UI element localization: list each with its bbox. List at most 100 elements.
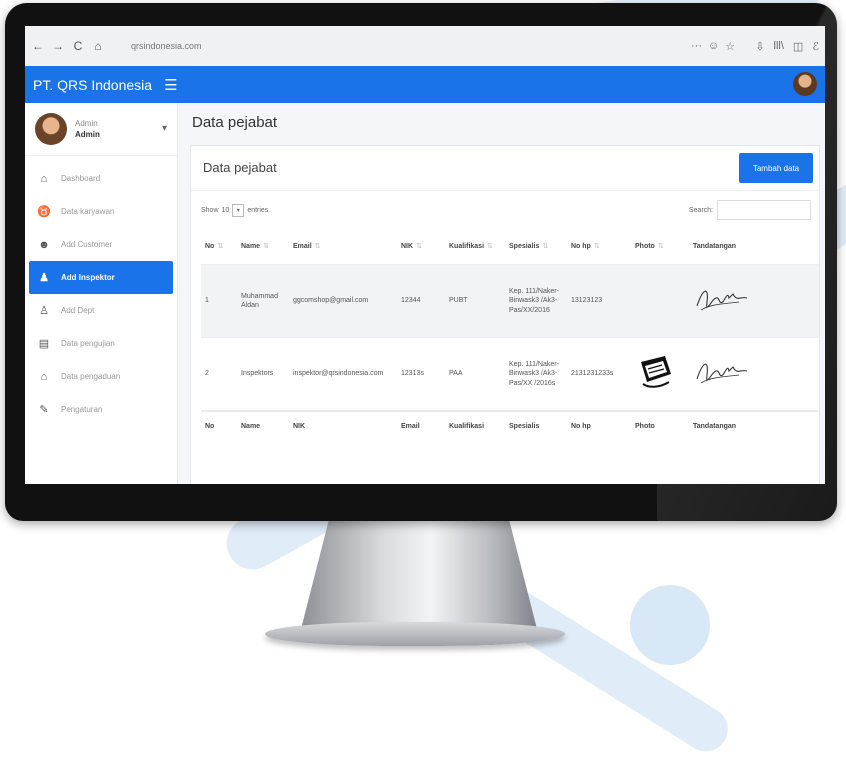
- entries-select-value[interactable]: 10: [222, 207, 230, 214]
- sidebar-item-label: Pengaturan: [61, 405, 103, 414]
- entries-select[interactable]: ▾: [232, 204, 245, 217]
- sidebar-item-label: Add Dept: [61, 306, 95, 315]
- header-user-avatar[interactable]: [793, 72, 817, 96]
- cell-no: 1: [205, 297, 209, 305]
- cell-nik: 12344: [401, 297, 421, 305]
- column-header-kualifikasi[interactable]: Kualifikasi ⇅: [445, 242, 505, 251]
- sort-icon[interactable]: ⇅: [416, 243, 422, 250]
- column-header-no[interactable]: No ⇅: [201, 242, 237, 251]
- page-title: Data pejabat: [192, 114, 278, 131]
- sidebar-item-dashboard[interactable]: ⌂ Dashboard: [25, 162, 177, 195]
- column-header-no-hp[interactable]: No hp ⇅: [567, 242, 631, 251]
- back-icon[interactable]: ←: [31, 39, 45, 53]
- sidebar-item-label: Data pengujian: [61, 339, 115, 348]
- chevron-down-icon[interactable]: ▾: [162, 123, 167, 134]
- sort-icon[interactable]: ⇅: [594, 243, 600, 250]
- table-row[interactable]: 1 Muhammad Aldan ggcomshop@gmail.com 123…: [201, 265, 819, 338]
- monitor-stand-neck: [300, 521, 538, 633]
- footer-email: Email: [401, 423, 420, 431]
- footer-spesialis: Spesialis: [509, 423, 540, 431]
- page-actions-icon[interactable]: ···: [691, 40, 702, 53]
- footer-photo: Photo: [635, 423, 655, 431]
- reload-icon[interactable]: C: [71, 39, 85, 53]
- address-bar-tools: ··· ☺ ☆: [691, 40, 735, 53]
- monitor-screen: ← → C ⌂ qrsindonesia.com ··· ☺ ☆ ⇩ lll\ …: [25, 26, 825, 484]
- users-icon: ♟: [39, 272, 49, 284]
- main-content: Data pejabat Data pejabat Tambah data Sh…: [178, 103, 825, 484]
- url-text: qrsindonesia.com: [131, 41, 202, 51]
- signature-image: [696, 363, 748, 384]
- sort-icon[interactable]: ⇅: [315, 243, 321, 250]
- cell-no: 2: [205, 370, 209, 378]
- cell-spesialis: Kep. 111/Naker-Binwask3 /Ak3-Pas/XX/2016: [509, 287, 559, 314]
- sidebar-item-label: Dashboard: [61, 174, 101, 183]
- entries-label: entries: [247, 207, 269, 214]
- browser-extensions: ⇩ lll\ ◫ ℰ: [755, 40, 819, 53]
- browser-toolbar: ← → C ⌂ qrsindonesia.com ··· ☺ ☆ ⇩ lll\ …: [25, 26, 825, 67]
- search-input[interactable]: [717, 200, 811, 220]
- background-circle: [630, 585, 710, 665]
- column-header-photo[interactable]: Photo ⇅: [631, 242, 689, 251]
- employee-icon: ♉: [37, 206, 51, 218]
- extension-icon[interactable]: ℰ: [812, 40, 819, 53]
- cell-email: ggcomshop@gmail.com: [293, 297, 369, 305]
- show-label: Show: [201, 207, 219, 214]
- signature-image: [696, 290, 748, 311]
- sort-icon[interactable]: ⇅: [263, 243, 269, 250]
- sort-icon[interactable]: ⇅: [658, 243, 664, 250]
- sidebar-item-label: Data pengaduan: [61, 372, 121, 381]
- sidebar-item-data-karyawan[interactable]: ♉ Data karyawan: [25, 195, 177, 228]
- sort-icon[interactable]: ⇅: [487, 243, 493, 250]
- bookmark-star-icon[interactable]: ☆: [725, 40, 735, 53]
- pocket-icon[interactable]: ☺: [708, 40, 719, 53]
- data-table: No ⇅ Name ⇅ Email ⇅ NIK ⇅ Kualifikasi ⇅ Spesi…: [201, 230, 819, 442]
- home-icon[interactable]: ⌂: [91, 39, 105, 53]
- download-icon[interactable]: ⇩: [755, 40, 764, 53]
- table-search: Search:: [689, 200, 811, 220]
- column-header-nik[interactable]: NIK ⇅: [397, 242, 445, 251]
- sort-icon[interactable]: ⇅: [542, 243, 548, 250]
- customer-icon: ☻: [38, 238, 50, 251]
- sidebar-item-add-customer[interactable]: ☻ Add Customer: [25, 228, 177, 261]
- sidebar-item-add-dept[interactable]: ♙ Add Dept: [25, 294, 177, 327]
- address-bar[interactable]: qrsindonesia.com: [131, 36, 691, 56]
- user-panel[interactable]: Admin Admin ▾: [25, 103, 177, 156]
- sidebar-item-data-pengaduan[interactable]: ⌂ Data pengaduan: [25, 360, 177, 393]
- column-header-name[interactable]: Name ⇅: [237, 242, 289, 251]
- table-row[interactable]: 2 Inspektors inspektor@qrsindonesia.com …: [201, 338, 819, 411]
- table-footer-row: No Name NIK Email Kualifikasi Spesialis …: [201, 411, 819, 442]
- forward-icon[interactable]: →: [51, 39, 65, 53]
- column-header-spesialis[interactable]: Spesialis ⇅: [505, 242, 567, 251]
- cell-kualifikasi: PAA: [449, 370, 463, 378]
- brand-name[interactable]: PT. QRS Indonesia: [33, 77, 152, 93]
- column-header-email[interactable]: Email ⇅: [289, 242, 397, 251]
- table-controls: Show 10 ▾ entries Search:: [201, 200, 811, 220]
- data-card: Data pejabat Tambah data Show 10 ▾ entri…: [190, 145, 820, 484]
- sort-icon[interactable]: ⇅: [217, 243, 223, 250]
- cell-signature: [689, 282, 759, 319]
- user-name: Admin: [75, 119, 98, 128]
- cell-photo: [631, 352, 689, 395]
- entries-length-control: Show 10 ▾ entries: [201, 204, 268, 217]
- column-header-tandatangan[interactable]: Tandatangan: [689, 242, 759, 251]
- sidebar-toggle-icon[interactable]: ◫: [793, 40, 803, 53]
- footer-nik: NIK: [293, 423, 306, 431]
- monitor-bezel: ← → C ⌂ qrsindonesia.com ··· ☺ ☆ ⇩ lll\ …: [5, 3, 837, 521]
- sidebar-item-add-inspektor[interactable]: ♟ Add Inspektor: [29, 261, 173, 294]
- footer-tandatangan: Tandatangan: [693, 423, 737, 431]
- cell-no-hp: 13123123: [571, 297, 603, 305]
- footer-no-hp: No hp: [571, 423, 591, 431]
- sidebar-item-pengaturan[interactable]: ✎ Pengaturan: [25, 393, 177, 426]
- list-icon: ▤: [38, 338, 50, 350]
- hamburger-menu-icon[interactable]: ☰: [164, 76, 177, 94]
- home-icon: ⌂: [40, 172, 48, 185]
- add-data-button[interactable]: Tambah data: [739, 153, 813, 183]
- library-icon[interactable]: lll\: [774, 40, 784, 53]
- search-label: Search:: [688, 206, 713, 214]
- user-icon: ♙: [39, 305, 49, 317]
- footer-name: Name: [241, 423, 261, 431]
- sidebar-item-label: Data karyawan: [61, 207, 115, 216]
- sidebar-nav: ⌂ Dashboard ♉ Data karyawan ☻ Add Custom…: [25, 162, 177, 426]
- sidebar-item-data-pengujian[interactable]: ▤ Data pengujian: [25, 327, 177, 360]
- footer-kualifikasi: Kualifikasi: [449, 423, 485, 431]
